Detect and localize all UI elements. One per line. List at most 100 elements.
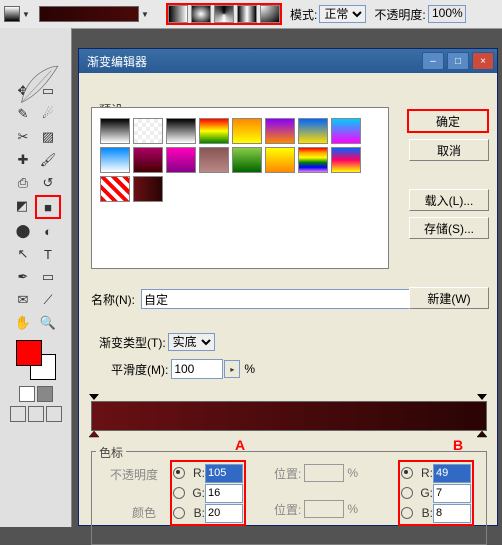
- save-button[interactable]: 存储(S)...: [409, 217, 489, 239]
- lasso-tool[interactable]: ✎: [11, 103, 35, 125]
- tool-preview: [4, 6, 20, 22]
- dialog-titlebar[interactable]: 渐变编辑器 – □ ×: [79, 49, 497, 73]
- preset-swatch[interactable]: [133, 176, 163, 202]
- gradient-radial[interactable]: [191, 5, 211, 23]
- cs-opacity-label: 不透明度: [110, 466, 158, 483]
- pos-label-2: 位置:: [274, 501, 301, 518]
- preset-swatch[interactable]: [298, 118, 328, 144]
- blur-tool[interactable]: ⬤: [11, 220, 35, 242]
- gradient-reflected[interactable]: [237, 5, 257, 23]
- marquee-tool[interactable]: ▭: [36, 80, 60, 102]
- gradient-diamond[interactable]: [260, 5, 280, 23]
- mode-label: 模式:: [290, 6, 317, 23]
- input-r-a[interactable]: [205, 464, 243, 483]
- preset-swatch[interactable]: [133, 147, 163, 173]
- preset-swatch[interactable]: [331, 118, 361, 144]
- gradient-swatch-dd[interactable]: ▼: [140, 7, 150, 21]
- hand-tool[interactable]: ✋: [11, 312, 35, 334]
- cancel-button[interactable]: 取消: [409, 139, 489, 161]
- load-button[interactable]: 载入(L)...: [409, 189, 489, 211]
- gradient-tool[interactable]: ■: [35, 195, 61, 219]
- opacity-input[interactable]: 100%: [428, 5, 466, 23]
- preset-swatch[interactable]: [265, 147, 295, 173]
- name-label: 名称(N):: [91, 291, 135, 308]
- preset-swatch[interactable]: [100, 118, 130, 144]
- gradient-editor-dialog: 渐变编辑器 – □ × 预设: [78, 48, 498, 526]
- stamp-tool[interactable]: ⎙: [11, 172, 35, 194]
- radio-b-a[interactable]: [173, 507, 185, 519]
- preset-swatch[interactable]: [199, 118, 229, 144]
- minimize-icon[interactable]: –: [422, 52, 444, 70]
- gradient-type-group: [166, 3, 282, 25]
- input-b-b[interactable]: [433, 504, 471, 523]
- input-r-b[interactable]: [433, 464, 471, 483]
- preset-swatch[interactable]: [232, 118, 262, 144]
- color-stop-b[interactable]: [477, 431, 487, 441]
- gradient-swatch[interactable]: [39, 6, 139, 22]
- screenmode-2[interactable]: [28, 406, 44, 422]
- tool-palette: ✥▭ ✎☄ ✂▨ ✚🖌 ⎙↺ ◩■ ⬤◐ ↖T ✒▭ ✉⟋ ✋🔍: [0, 28, 72, 527]
- preset-swatch[interactable]: [133, 118, 163, 144]
- pen-tool[interactable]: ✒: [11, 266, 35, 288]
- smoothness-input[interactable]: [171, 359, 223, 379]
- dialog-title: 渐变编辑器: [87, 53, 147, 70]
- preset-swatch[interactable]: [100, 147, 130, 173]
- input-g-a[interactable]: [205, 484, 243, 503]
- history-brush-tool[interactable]: ↺: [36, 172, 60, 194]
- zoom-tool[interactable]: 🔍: [36, 312, 60, 334]
- gradient-angle[interactable]: [214, 5, 234, 23]
- input-g-b[interactable]: [433, 484, 471, 503]
- path-tool[interactable]: ↖: [11, 243, 35, 265]
- crop-tool[interactable]: ✂: [11, 126, 35, 148]
- preset-swatch[interactable]: [265, 118, 295, 144]
- name-input[interactable]: [141, 289, 411, 309]
- type-tool[interactable]: T: [36, 243, 60, 265]
- gradient-linear[interactable]: [168, 5, 188, 23]
- brush-tool[interactable]: 🖌: [36, 149, 60, 171]
- quickmask-off[interactable]: [19, 386, 35, 402]
- ok-button[interactable]: 确定: [407, 109, 489, 133]
- radio-b-b[interactable]: [401, 507, 413, 519]
- gradient-type-label: 渐变类型(T):: [99, 334, 166, 351]
- pos-label-1: 位置:: [274, 465, 301, 482]
- quickmask-on[interactable]: [37, 386, 53, 402]
- input-b-a[interactable]: [205, 504, 243, 523]
- preset-swatch[interactable]: [199, 147, 229, 173]
- presets-panel: [91, 107, 389, 269]
- screenmode-1[interactable]: [10, 406, 26, 422]
- radio-r-b[interactable]: [401, 467, 413, 479]
- smoothness-dd[interactable]: ▸: [224, 360, 240, 378]
- dodge-tool[interactable]: ◐: [36, 220, 60, 242]
- maximize-icon[interactable]: □: [447, 52, 469, 70]
- preset-swatch[interactable]: [331, 147, 361, 173]
- preset-swatch[interactable]: [100, 176, 130, 202]
- gradient-bar[interactable]: [91, 401, 487, 431]
- mode-select[interactable]: 正常: [319, 5, 366, 23]
- heal-tool[interactable]: ✚: [11, 149, 35, 171]
- move-tool[interactable]: ✥: [11, 80, 35, 102]
- radio-g-a[interactable]: [173, 487, 185, 499]
- tool-preview-dd[interactable]: ▼: [21, 7, 31, 21]
- slice-tool[interactable]: ▨: [36, 126, 60, 148]
- wand-tool[interactable]: ☄: [36, 103, 60, 125]
- shape-tool[interactable]: ▭: [36, 266, 60, 288]
- pos-input-2: [304, 500, 344, 518]
- preset-swatch[interactable]: [232, 147, 262, 173]
- gradient-type-select[interactable]: 实底: [168, 333, 215, 351]
- radio-g-b[interactable]: [401, 487, 413, 499]
- fg-color[interactable]: [16, 340, 42, 366]
- opacity-stop-right[interactable]: [477, 389, 487, 399]
- notes-tool[interactable]: ✉: [11, 289, 35, 311]
- radio-r-a[interactable]: [173, 467, 185, 479]
- preset-swatch[interactable]: [166, 118, 196, 144]
- opacity-stop-left[interactable]: [89, 389, 99, 399]
- new-button[interactable]: 新建(W): [409, 287, 489, 309]
- color-stop-a[interactable]: [89, 431, 99, 441]
- screenmode-3[interactable]: [46, 406, 62, 422]
- eraser-tool[interactable]: ◩: [10, 195, 34, 217]
- close-icon[interactable]: ×: [472, 52, 494, 70]
- eyedropper-tool[interactable]: ⟋: [36, 289, 60, 311]
- color-swatches[interactable]: [16, 340, 56, 380]
- preset-swatch[interactable]: [166, 147, 196, 173]
- preset-swatch[interactable]: [298, 147, 328, 173]
